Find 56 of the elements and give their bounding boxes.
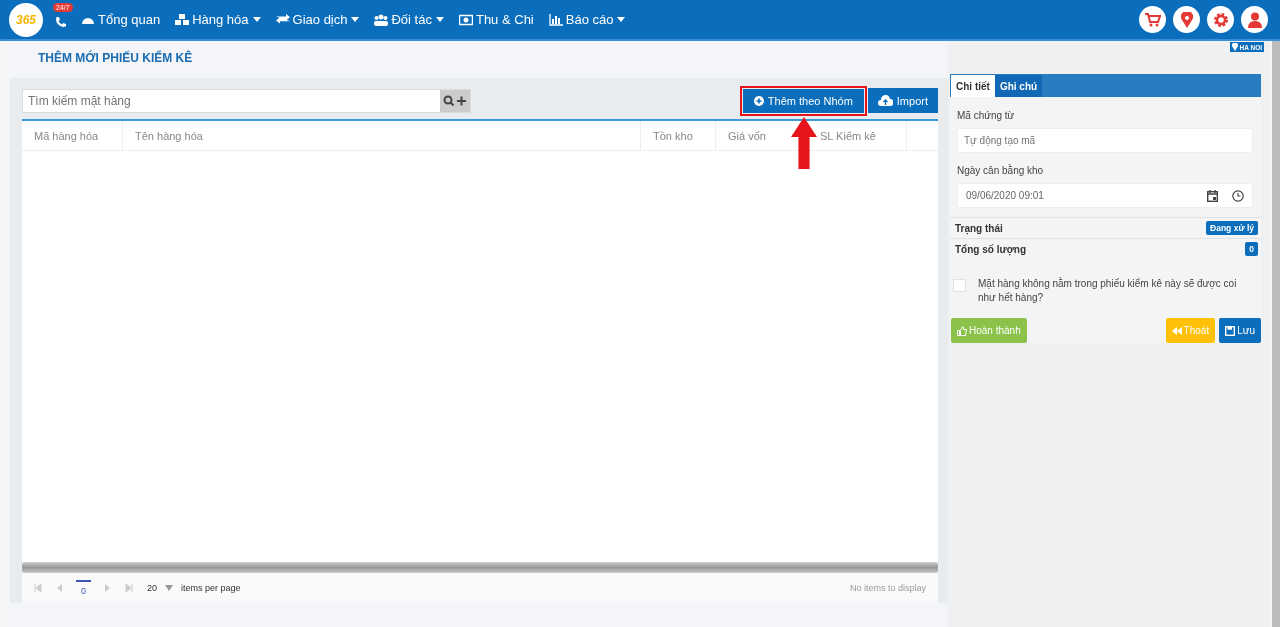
page-size-label: items per page [181,583,241,593]
column-header: Tên hàng hóa [123,121,641,150]
bar-chart-icon [548,13,563,26]
date-field[interactable]: 09/06/2020 09:01 [957,183,1253,208]
panel-tab[interactable]: Ghi chú [994,75,1043,97]
current-page[interactable]: 0 [76,580,91,596]
pager-status: No items to display [849,583,926,593]
search-add-icon[interactable] [440,89,470,112]
clock-icon[interactable] [1232,189,1244,202]
caret-icon [617,17,626,22]
import-button[interactable]: Import [867,88,938,113]
swap-arrows-icon [275,13,290,26]
field-label: Ngày cân bằng kho [957,165,1045,176]
nav-menu-item[interactable]: Giao dịch [275,12,360,27]
double-left-arrow-icon [1171,326,1182,335]
add-by-group-button[interactable]: Thêm theo Nhóm [742,88,864,113]
summary-badge: 0 [1245,242,1258,256]
plus-circle-icon [753,95,764,106]
nav-menu-item[interactable]: Tổng quan [81,12,161,27]
panel-tab[interactable]: Chi tiết [951,75,995,97]
banknote-icon [458,13,473,26]
settings-icon[interactable] [1207,6,1234,33]
phone-icon[interactable] [55,15,67,28]
date-value: 09/06/2020 09:01 [966,190,1044,201]
cart-icon[interactable] [1139,6,1166,33]
calendar-icon[interactable] [1207,189,1218,202]
cloud-upload-icon [877,95,893,106]
summary-label: Trạng thái [955,222,1003,234]
pointer-arrow [791,117,817,169]
nav-menu-item[interactable]: Đối tác [374,12,444,27]
horizontal-scrollbar[interactable] [22,562,938,573]
column-header: SL Kiểm kê [807,121,907,150]
caret-icon [351,17,360,22]
caret-icon [435,17,444,22]
caret-icon [165,585,174,591]
save-button[interactable]: Lưu [1219,318,1261,343]
field-label: Mã chứng từ [957,110,1016,121]
summary-badge: Đang xử lý [1206,221,1258,235]
summary-label: Tổng số lượng [955,243,1026,255]
page-title: THÊM MỚI PHIẾU KIỂM KÊ [38,51,193,65]
page-size-dropdown[interactable]: 20 [147,583,174,593]
column-header: Mã hàng hóa [22,121,123,150]
checkbox-label: Mặt hàng không nằm trong phiếu kiểm kê này sẽ được coi như hết hàng? [978,277,1238,305]
document-code-field[interactable]: Tự động tạo mã [957,128,1253,153]
nav-menu-item[interactable]: Thu & Chi [458,12,534,27]
location-pin-icon[interactable] [1173,6,1200,33]
user-icon[interactable] [1241,6,1268,33]
nav-menu-item[interactable]: Báo cáo [548,12,626,27]
caret-icon [252,17,261,22]
users-icon [374,13,389,26]
column-header: Tồn kho [641,121,716,150]
vertical-scrollbar[interactable] [1272,41,1280,627]
checkbox[interactable] [953,279,966,292]
nav-menu-item[interactable]: Hàng hóa [175,12,261,27]
cubes-icon [175,13,190,26]
thumbs-up-icon [957,325,967,336]
